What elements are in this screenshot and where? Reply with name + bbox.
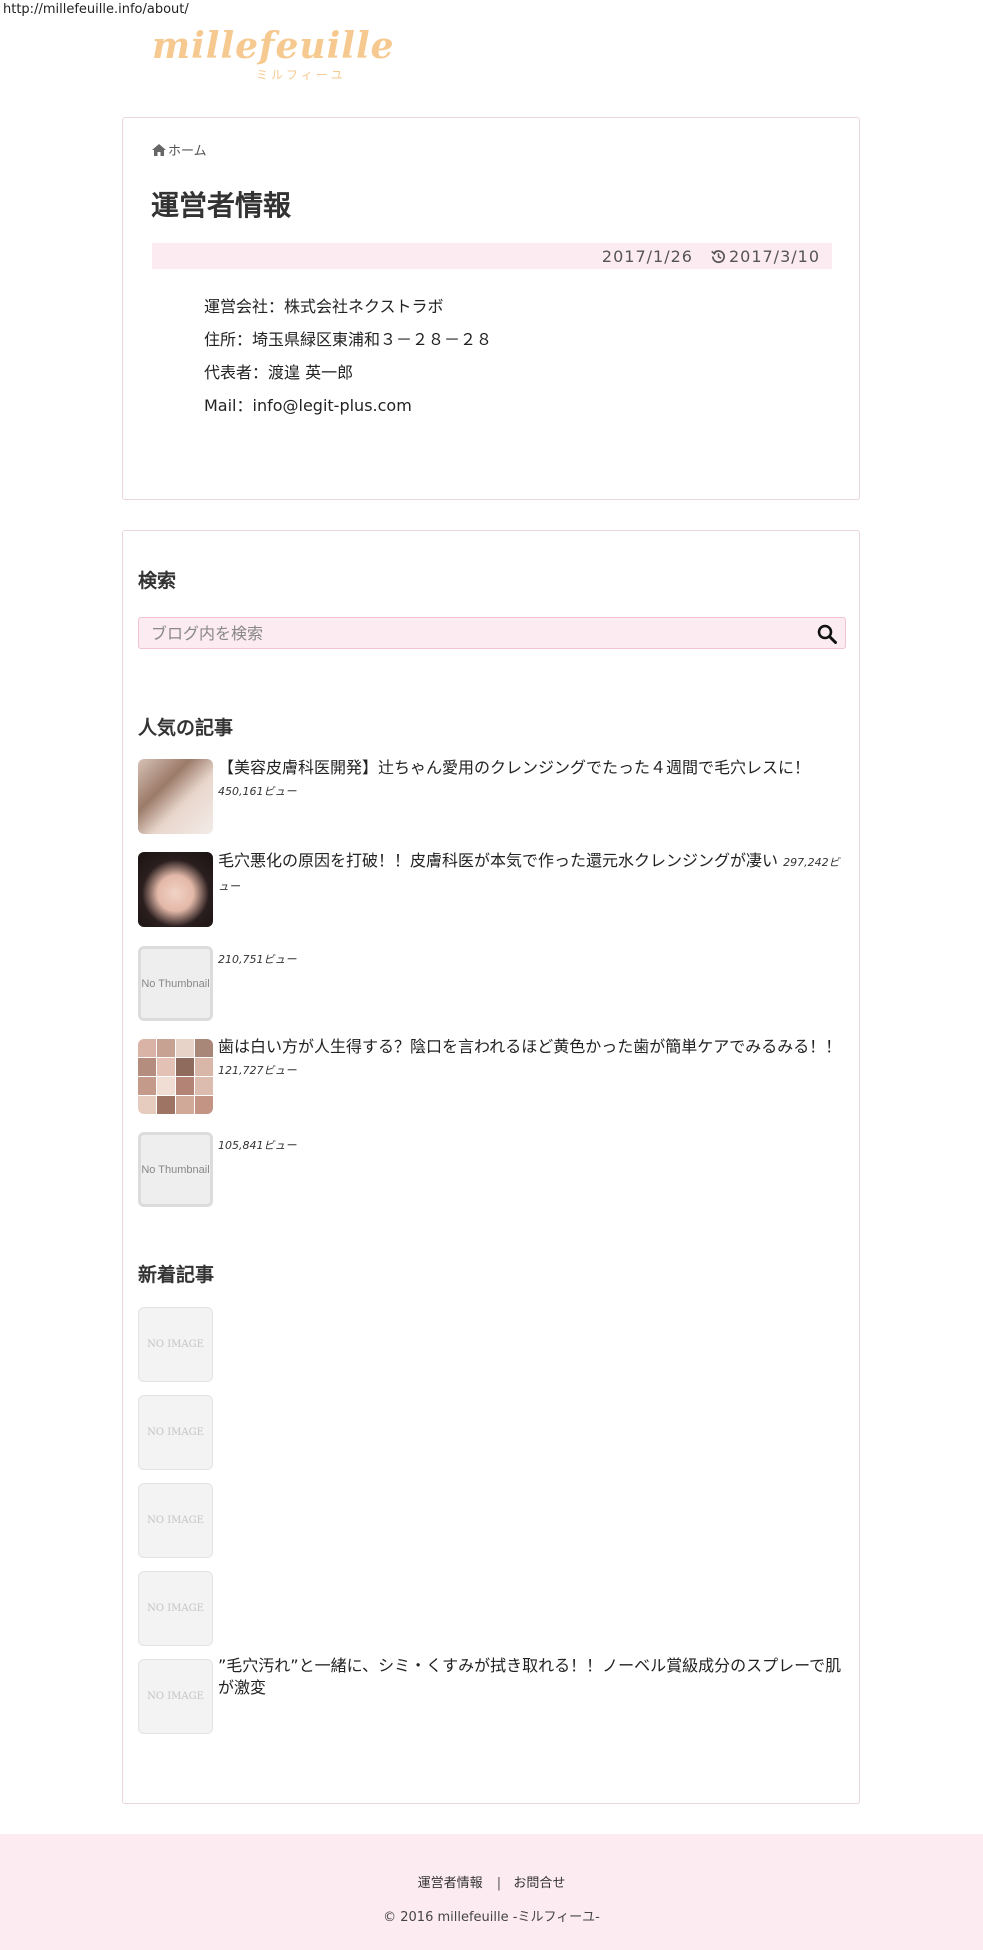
post-thumbnail[interactable] — [138, 759, 213, 834]
article-card: ホーム 運営者情報 2017/1/26 2017/3/10 運営会社：株式会社ネ… — [122, 117, 860, 500]
post-title[interactable]: 【美容皮膚科医開発】辻ちゃん愛用のクレンジングでたった４週間で毛穴レスに！ — [218, 758, 810, 777]
post-title-wrap[interactable]: 歯は白い方が人生得する？陰口を言われるほど黄色かった歯が簡単ケアでみるみる！！ … — [218, 1036, 848, 1082]
footer-separator: | — [496, 1876, 502, 1891]
no-thumbnail-placeholder[interactable]: No Thumbnail — [138, 946, 213, 1021]
info-company: 運営会社：株式会社ネクストラボ — [204, 297, 444, 316]
recent-title: 新着記事 — [138, 1264, 215, 1286]
breadcrumb-home-link[interactable]: ホーム — [168, 140, 207, 159]
updated-date: 2017/3/10 — [728, 246, 820, 266]
footer-link-about[interactable]: 運営者情報 — [418, 1876, 483, 1891]
info-mail: Mail：info@legit-plus.com — [204, 396, 412, 415]
post-thumbnail[interactable] — [138, 852, 213, 927]
search-box — [138, 617, 846, 649]
view-count: 210,751ビュー — [218, 953, 297, 966]
sidebar-card: 検索 人気の記事 【美容皮膚科医開発】辻ちゃん愛用のクレンジングでたった４週間で… — [122, 530, 860, 1804]
logo-subtitle: ミルフィーユ — [256, 68, 346, 82]
footer-link-contact[interactable]: お問合せ — [513, 1876, 565, 1891]
no-image-placeholder[interactable]: NO IMAGE — [138, 1307, 213, 1382]
copyright: © 2016 millefeuille -ミルフィーユ- — [383, 1910, 600, 1925]
search-input[interactable] — [139, 618, 845, 648]
updated-date-wrap: 2017/3/10 — [711, 247, 820, 266]
no-image-placeholder[interactable]: NO IMAGE — [138, 1483, 213, 1558]
post-thumbnail[interactable] — [138, 1039, 213, 1114]
search-icon[interactable] — [817, 624, 837, 644]
date-bar: 2017/1/26 2017/3/10 — [152, 243, 832, 269]
post-title[interactable]: ”毛穴汚れ”と一緒に、シミ・くすみが拭き取れる！！ノーベル賞級成分のスプレーで肌… — [218, 1655, 848, 1699]
breadcrumb: ホーム — [152, 140, 207, 159]
logo-text: millefeuille — [152, 25, 395, 67]
no-image-placeholder[interactable]: NO IMAGE — [138, 1395, 213, 1470]
site-logo[interactable]: millefeuille ミルフィーユ — [152, 25, 395, 88]
search-title: 検索 — [138, 570, 177, 592]
footer-links: 運営者情報 | お問合せ — [0, 1872, 983, 1891]
post-title[interactable]: 歯は白い方が人生得する？陰口を言われるほど黄色かった歯が簡単ケアでみるみる！！ — [218, 1037, 841, 1056]
site-footer: 運営者情報 | お問合せ © 2016 millefeuille -ミルフィーユ… — [0, 1834, 983, 1950]
no-image-placeholder[interactable]: NO IMAGE — [138, 1659, 213, 1734]
popular-title: 人気の記事 — [138, 717, 234, 739]
page-title: 運営者情報 — [151, 189, 292, 222]
no-thumbnail-placeholder[interactable]: No Thumbnail — [138, 1132, 213, 1207]
info-address: 住所：埼玉県緑区東浦和３－２８－２８ — [204, 330, 493, 349]
view-count: 105,841ビュー — [218, 1139, 297, 1152]
post-title-wrap[interactable]: 毛穴悪化の原因を打破！！皮膚科医が本気で作った還元水クレンジングが凄い 297,… — [218, 850, 848, 898]
history-icon — [711, 249, 725, 263]
no-image-placeholder[interactable]: NO IMAGE — [138, 1571, 213, 1646]
view-count: 450,161ビュー — [218, 785, 297, 798]
home-icon — [152, 143, 166, 156]
view-count: 121,727ビュー — [218, 1064, 297, 1077]
post-title-wrap[interactable]: 【美容皮膚科医開発】辻ちゃん愛用のクレンジングでたった４週間で毛穴レスに！ 45… — [218, 757, 848, 803]
post-title[interactable]: 毛穴悪化の原因を打破！！皮膚科医が本気で作った還元水クレンジングが凄い — [218, 851, 778, 870]
operator-info: 運営会社：株式会社ネクストラボ 住所：埼玉県緑区東浦和３－２８－２８ 代表者：渡… — [204, 290, 492, 422]
info-representative: 代表者：渡遑 英一郎 — [204, 363, 354, 382]
page-url: http://millefeuille.info/about/ — [3, 2, 189, 17]
published-date: 2017/1/26 — [601, 246, 693, 266]
